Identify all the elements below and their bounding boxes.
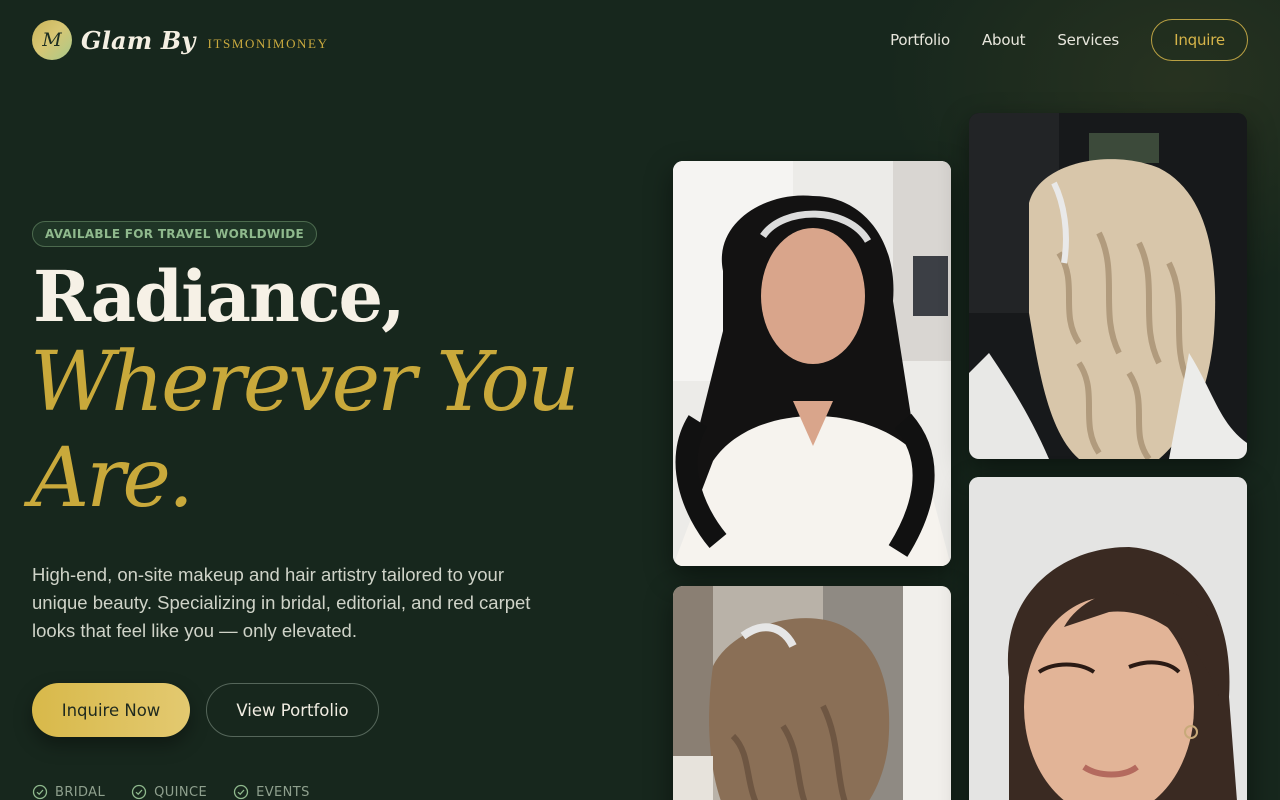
check-circle-icon [131,784,147,800]
photo-closeup-makeup-image [969,477,1247,800]
feature-list: BRIDAL QUINCE EVENTS [32,784,336,800]
nav-services[interactable]: Services [1057,31,1119,49]
gallery-photo-blonde-curls[interactable] [969,113,1247,459]
nav-about[interactable]: About [982,31,1026,49]
brand-name: Glam By [81,25,196,55]
hero-headline: Radiance, [33,255,405,338]
brand-subname: ITSMONIMONEY [207,36,329,51]
check-circle-icon [32,784,48,800]
check-circle-icon [233,784,249,800]
hero-script-line-1: Wherever You [30,335,580,430]
feature-label: EVENTS [256,784,310,800]
photo-bride-image [673,161,951,566]
view-portfolio-button[interactable]: View Portfolio [206,683,379,737]
hero-description: High-end, on-site makeup and hair artist… [32,564,531,641]
gallery-photo-bride[interactable] [673,161,951,566]
main-nav: Portfolio About Services Inquire [890,19,1248,61]
feature-quince: QUINCE [131,784,207,800]
photo-blonde-curls-image [969,113,1247,459]
hero-script-line-2: Are. [30,431,194,526]
feature-bridal: BRIDAL [32,784,105,800]
nav-inquire-button[interactable]: Inquire [1151,19,1248,61]
nav-portfolio[interactable]: Portfolio [890,31,950,49]
brand-logo[interactable]: M Glam By ITSMONIMONEY [32,20,329,60]
feature-label: QUINCE [154,784,208,800]
gallery-photo-closeup-makeup[interactable] [969,477,1247,800]
photo-updo-tiara-image [673,586,951,800]
feature-label: BRIDAL [55,784,106,800]
travel-badge: AVAILABLE FOR TRAVEL WORLDWIDE [32,221,317,247]
gallery-photo-updo-tiara[interactable] [673,586,951,800]
feature-events: EVENTS [233,784,310,800]
inquire-now-button[interactable]: Inquire Now [32,683,190,737]
monogram-badge: M [32,20,72,60]
